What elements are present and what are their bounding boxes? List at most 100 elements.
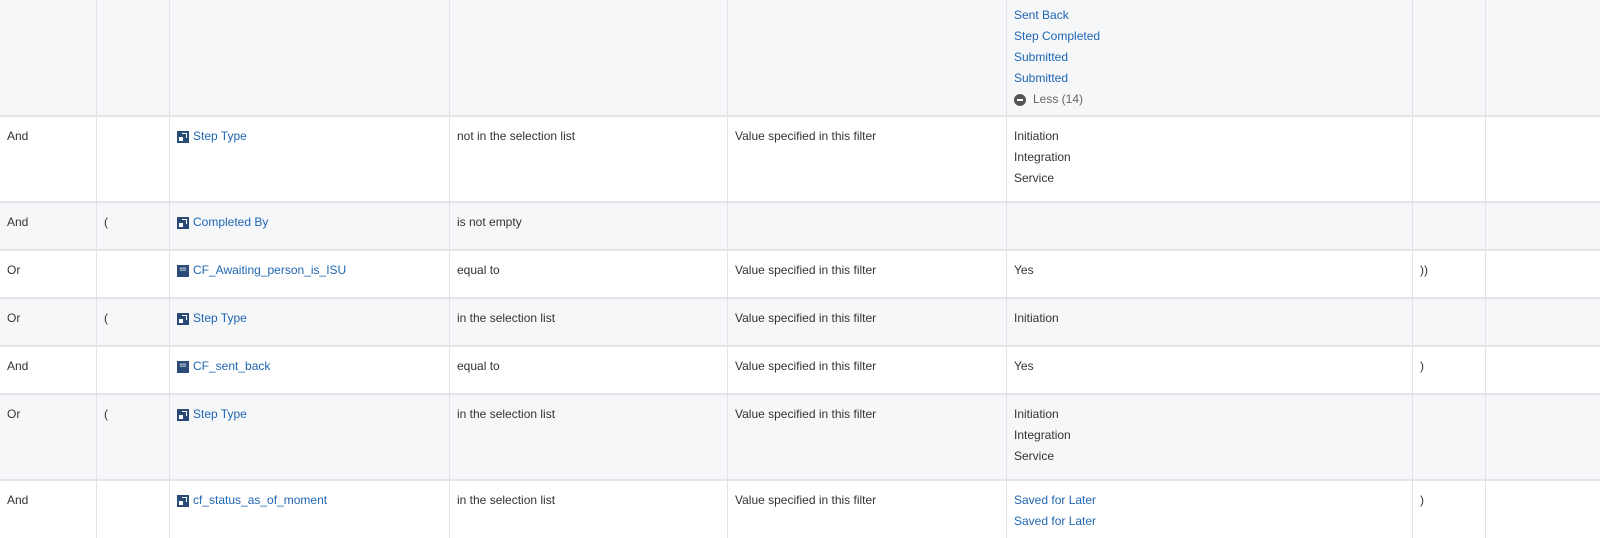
operator-label: not in the selection list: [457, 129, 576, 143]
open-paren-cell: [97, 0, 170, 115]
value-text: Yes: [1014, 359, 1034, 373]
comparison-label: Value specified in this filter: [735, 311, 877, 325]
close-paren-cell: ): [1413, 347, 1486, 393]
close-paren: [1420, 308, 1485, 329]
less-label: Less (14): [1033, 92, 1084, 106]
filter-row: And CF_sent_back equal to Value specifie…: [0, 347, 1600, 395]
value-link[interactable]: Sent Back: [1014, 5, 1412, 26]
extra-cell: [1486, 251, 1600, 297]
field-link[interactable]: CF_sent_back: [177, 356, 270, 377]
field-name: Step Type: [193, 407, 247, 421]
operator-cell: [450, 0, 728, 115]
value-text: Service: [1014, 449, 1055, 463]
operator-cell: in the selection list: [450, 481, 728, 538]
values-cell: Yes: [1007, 347, 1413, 393]
and-or-label: Or: [7, 407, 21, 421]
and-or-cell: And: [0, 347, 97, 393]
field-link[interactable]: CF_Awaiting_person_is_ISU: [177, 260, 346, 281]
value-link[interactable]: Submitted: [1014, 68, 1412, 89]
and-or-label: And: [7, 359, 29, 373]
and-or-label: And: [7, 129, 29, 143]
less-toggle[interactable]: Less (14): [1014, 89, 1083, 110]
filter-conditions-table: Sent Back Step Completed Submitted Submi…: [0, 0, 1600, 538]
close-paren: )): [1420, 263, 1428, 277]
value-text: Initiation: [1014, 311, 1059, 325]
close-paren-cell: [1413, 299, 1486, 345]
and-or-label: And: [7, 215, 29, 229]
instance-field-icon: [177, 312, 189, 325]
field-name: cf_status_as_of_moment: [193, 493, 328, 507]
close-paren: [1420, 212, 1485, 233]
comparison-cell: Value specified in this filter: [728, 481, 1007, 538]
field-cell: Step Type: [170, 117, 450, 201]
comparison-cell: Value specified in this filter: [728, 299, 1007, 345]
operator-label: is not empty: [457, 215, 522, 229]
filter-row: Or CF_Awaiting_person_is_ISU equal to Va…: [0, 251, 1600, 299]
field-link[interactable]: cf_status_as_of_moment: [177, 490, 327, 511]
comparison-cell: Value specified in this filter: [728, 117, 1007, 201]
and-or-label: Or: [7, 263, 21, 277]
instance-field-icon: [177, 494, 189, 507]
value-link[interactable]: Step Completed: [1014, 26, 1412, 47]
filter-row: Or ( Step Type in the selection list Val…: [0, 299, 1600, 347]
comparison-label: Value specified in this filter: [735, 359, 877, 373]
open-paren-cell: (: [97, 395, 170, 479]
field-link[interactable]: Step Type: [177, 126, 247, 147]
field-link[interactable]: Completed By: [177, 212, 268, 233]
open-paren-cell: [97, 347, 170, 393]
field-cell: cf_status_as_of_moment: [170, 481, 450, 538]
field-link[interactable]: Step Type: [177, 308, 247, 329]
comparison-cell: [728, 203, 1007, 249]
operator-cell: in the selection list: [450, 395, 728, 479]
comparison-cell: Value specified in this filter: [728, 251, 1007, 297]
operator-label: in the selection list: [457, 311, 556, 325]
extra-cell: [1486, 481, 1600, 538]
and-or-cell: [0, 0, 97, 115]
filter-row: And Step Type not in the selection list …: [0, 117, 1600, 203]
close-paren-cell: ): [1413, 481, 1486, 538]
close-paren-cell: [1413, 117, 1486, 201]
value-text: Integration: [1014, 150, 1071, 164]
values-cell: Initiation: [1007, 299, 1413, 345]
value-link[interactable]: Submitted: [1014, 47, 1412, 68]
close-paren: [1420, 126, 1485, 147]
value-text: Service: [1014, 171, 1055, 185]
comparison-cell: Value specified in this filter: [728, 395, 1007, 479]
values-cell: [1007, 203, 1413, 249]
comparison-label: Value specified in this filter: [735, 263, 877, 277]
values-cell: Saved for Later Saved for Later: [1007, 481, 1413, 538]
value-text: Initiation: [1014, 129, 1059, 143]
value-link[interactable]: Saved for Later: [1014, 490, 1412, 511]
field-link[interactable]: Step Type: [177, 404, 247, 425]
field-name: CF_sent_back: [193, 359, 271, 373]
and-or-cell: And: [0, 203, 97, 249]
instance-field-icon: [177, 130, 189, 143]
comparison-label: [735, 212, 1006, 233]
open-paren: [104, 126, 169, 147]
operator-cell: in the selection list: [450, 299, 728, 345]
field-cell: [170, 0, 450, 115]
open-paren-cell: [97, 251, 170, 297]
extra-cell: [1486, 395, 1600, 479]
filter-row: And cf_status_as_of_moment in the select…: [0, 481, 1600, 538]
filter-row-continued: Sent Back Step Completed Submitted Submi…: [0, 0, 1600, 117]
instance-field-icon: [177, 216, 189, 229]
operator-cell: is not empty: [450, 203, 728, 249]
and-or-cell: And: [0, 481, 97, 538]
operator-label: equal to: [457, 359, 500, 373]
minus-circle-icon: [1014, 93, 1026, 106]
open-paren: [104, 356, 169, 377]
field-name: Completed By: [193, 215, 269, 229]
values-cell: Yes: [1007, 251, 1413, 297]
value-link[interactable]: Saved for Later: [1014, 511, 1412, 532]
value-text: Integration: [1014, 428, 1071, 442]
value-text: Initiation: [1014, 407, 1059, 421]
and-or-label: And: [7, 493, 29, 507]
operator-cell: not in the selection list: [450, 117, 728, 201]
values-cell: Initiation Integration Service: [1007, 395, 1413, 479]
comparison-cell: Value specified in this filter: [728, 347, 1007, 393]
operator-label: equal to: [457, 263, 500, 277]
field-cell: CF_Awaiting_person_is_ISU: [170, 251, 450, 297]
open-paren: (: [104, 407, 108, 421]
and-or-cell: Or: [0, 251, 97, 297]
